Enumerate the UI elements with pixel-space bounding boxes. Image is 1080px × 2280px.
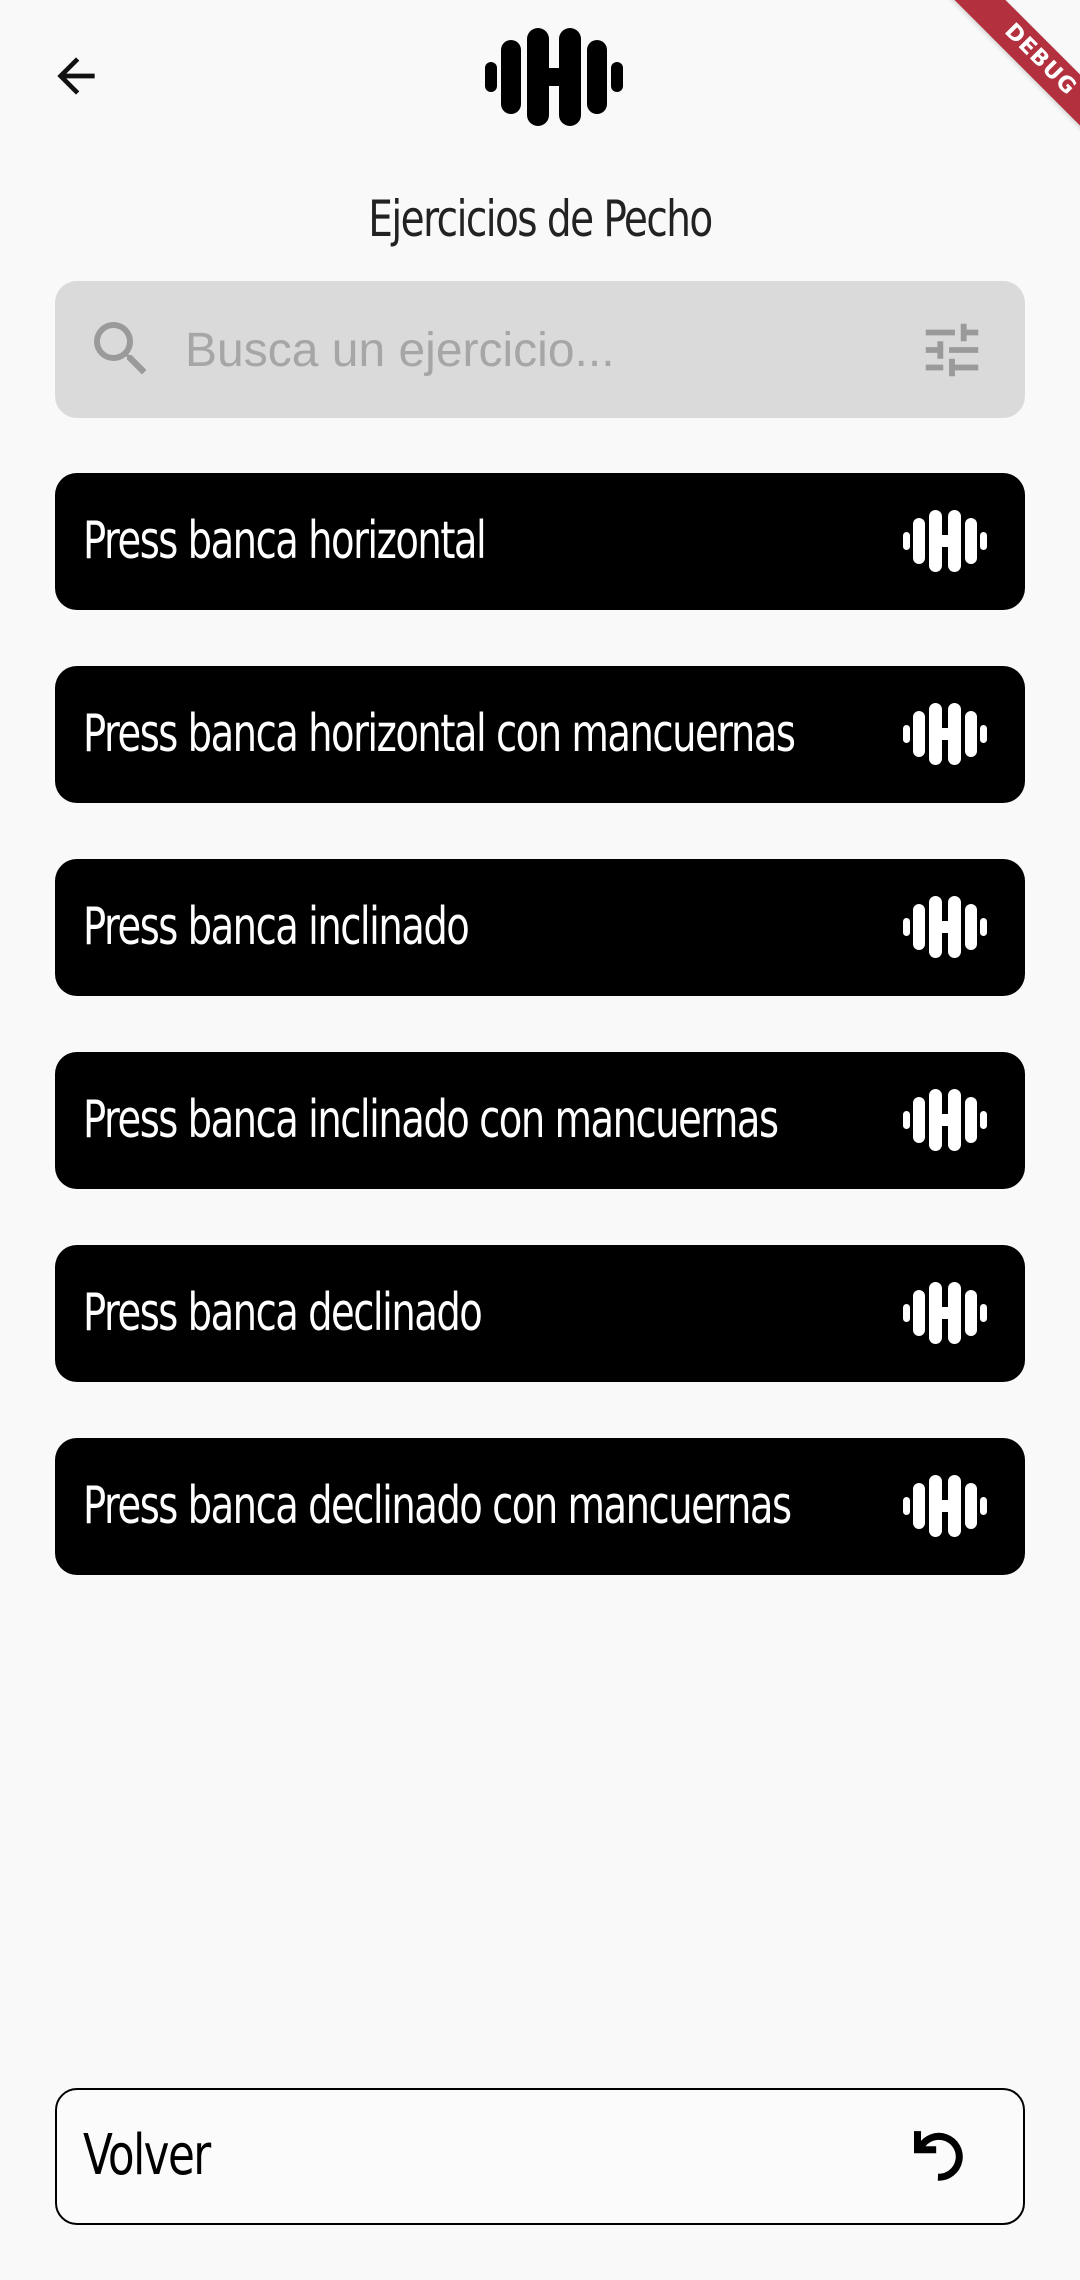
dumbbell-icon	[903, 703, 987, 765]
debug-banner-label: DEBUG	[935, 0, 1080, 160]
exercise-label: Press banca inclinado	[83, 897, 470, 957]
exercise-list: Press banca horizontal Press banca horiz…	[55, 473, 1025, 1631]
dumbbell-icon	[903, 1089, 987, 1151]
search-icon	[94, 322, 147, 375]
exercise-label: Press banca declinado con mancuernas	[83, 1476, 792, 1536]
exercise-item[interactable]: Press banca horizontal	[55, 473, 1025, 610]
exercise-item[interactable]: Press banca declinado	[55, 1245, 1025, 1382]
dumbbell-icon	[903, 896, 987, 958]
dumbbell-icon	[903, 1475, 987, 1537]
dumbbell-logo-icon	[485, 28, 623, 126]
back-button[interactable]	[40, 40, 112, 112]
exercise-label: Press banca horizontal	[83, 511, 487, 571]
search-input[interactable]	[185, 305, 825, 395]
volver-label: Volver	[83, 2123, 211, 2188]
exercise-item[interactable]: Press banca inclinado	[55, 859, 1025, 996]
volver-button[interactable]: Volver	[55, 2088, 1025, 2225]
exercise-label: Press banca horizontal con mancuernas	[83, 704, 796, 764]
search-bar[interactable]	[55, 281, 1025, 418]
app-screen: Ejercicios de Pecho Press banca horizont…	[0, 0, 1080, 2280]
page-title: Ejercicios de Pecho	[368, 190, 713, 248]
dumbbell-icon	[903, 510, 987, 572]
exercise-item[interactable]: Press banca inclinado con mancuernas	[55, 1052, 1025, 1189]
debug-banner: DEBUG	[920, 0, 1080, 160]
dumbbell-icon	[903, 1282, 987, 1344]
exercise-label: Press banca inclinado con mancuernas	[83, 1090, 779, 1150]
exercise-item[interactable]: Press banca horizontal con mancuernas	[55, 666, 1025, 803]
exercise-label: Press banca declinado	[83, 1283, 483, 1343]
tune-icon[interactable]	[917, 315, 987, 385]
exercise-item[interactable]: Press banca declinado con mancuernas	[55, 1438, 1025, 1575]
arrow-left-icon	[57, 57, 95, 95]
undo-icon	[914, 2131, 963, 2181]
